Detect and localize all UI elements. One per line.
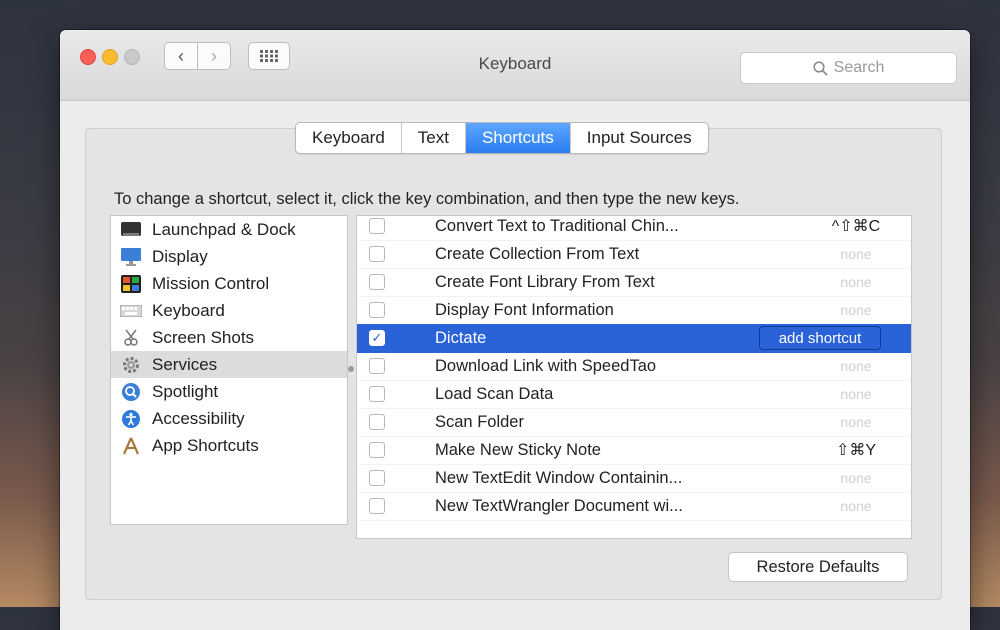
shortcut-keys[interactable]: none [801,274,911,290]
sidebar-item-label: Services [152,354,218,374]
enable-checkbox[interactable] [369,246,385,262]
service-row[interactable]: Display Font Information none [357,296,911,325]
enable-checkbox[interactable] [369,386,385,402]
shortcut-keys[interactable]: none [801,246,911,262]
sidebar-item-label: Mission Control [152,273,270,293]
services-shortcut-list: Convert Text to Traditional Chin... ^⇧⌘C… [356,215,912,539]
sidebar-item-accessibility[interactable]: Accessibility [111,405,347,432]
sidebar-item-label: Screen Shots [152,327,255,347]
service-label: Load Scan Data [435,384,554,403]
shortcut-keys[interactable]: ⇧⌘Y [801,440,911,460]
keyboard-icon [120,300,142,322]
service-label: Create Collection From Text [435,244,640,263]
tab-shortcuts[interactable]: Shortcuts [465,123,571,153]
sidebar-item-screen-shots[interactable]: Screen Shots [111,324,347,351]
service-label: Download Link with SpeedTao [435,356,657,375]
add-shortcut-button[interactable]: add shortcut [759,326,881,350]
keyboard-preferences-window: ‹ › Keyboard Search Keyboard Text Shortc… [60,30,970,630]
service-label: Convert Text to Traditional Chin... [435,216,679,235]
sidebar-item-label: Accessibility [152,408,245,428]
enable-checkbox[interactable]: ✓ [369,330,385,346]
service-row[interactable]: Convert Text to Traditional Chin... ^⇧⌘C [357,216,911,241]
shortcut-keys[interactable]: none [801,470,911,486]
service-label: Scan Folder [435,412,524,431]
app-shortcuts-icon [120,435,142,457]
spotlight-icon [120,381,142,403]
sidebar-item-mission-control[interactable]: Mission Control [111,270,347,297]
shortcut-keys[interactable]: none [801,414,911,430]
sidebar-item-label: Keyboard [152,300,225,320]
enable-checkbox[interactable] [369,442,385,458]
service-label: Dictate [435,328,487,347]
enable-checkbox[interactable] [369,302,385,318]
sidebar-item-spotlight[interactable]: Spotlight [111,378,347,405]
sidebar-item-keyboard[interactable]: Keyboard [111,297,347,324]
shortcut-keys[interactable]: none [801,498,911,514]
sidebar-item-display[interactable]: Display [111,243,347,270]
enable-checkbox[interactable] [369,470,385,486]
shortcut-keys[interactable]: ^⇧⌘C [801,216,911,236]
title-bar: ‹ › Keyboard Search [60,30,970,101]
tab-bar: Keyboard Text Shortcuts Input Sources [295,122,709,154]
restore-defaults-button[interactable]: Restore Defaults [728,552,908,582]
sidebar-item-label: Spotlight [152,381,219,401]
sidebar-item-services[interactable]: Services [111,351,347,378]
tab-input-sources[interactable]: Input Sources [571,123,708,153]
enable-checkbox[interactable] [369,414,385,430]
enable-checkbox[interactable] [369,358,385,374]
screenshot-icon [120,327,142,349]
search-field[interactable]: Search [740,52,957,84]
enable-checkbox[interactable] [369,274,385,290]
service-row[interactable]: New TextEdit Window Containin... none [357,464,911,493]
service-row[interactable]: New TextWrangler Document wi... none [357,492,911,521]
service-label: Create Font Library From Text [435,272,655,291]
service-label: New TextWrangler Document wi... [435,496,683,515]
accessibility-icon [120,408,142,430]
service-label: Make New Sticky Note [435,440,601,459]
sidebar-item-label: App Shortcuts [152,435,259,455]
mission-control-icon [120,273,142,295]
service-label: Display Font Information [435,300,614,319]
shortcut-category-list: Launchpad & Dock Display Mission Control… [110,215,348,525]
shortcut-keys[interactable]: none [801,386,911,402]
instruction-text: To change a shortcut, select it, click t… [114,190,740,208]
service-row[interactable]: Download Link with SpeedTao none [357,352,911,381]
shortcut-keys[interactable]: none [801,302,911,318]
service-label: New TextEdit Window Containin... [435,468,683,487]
service-row-selected[interactable]: ✓ Dictate add shortcut [357,324,911,353]
search-placeholder: Search [833,59,885,76]
service-row[interactable]: Load Scan Data none [357,380,911,409]
service-row[interactable]: Make New Sticky Note ⇧⌘Y [357,436,911,465]
sidebar-item-launchpad-dock[interactable]: Launchpad & Dock [111,216,347,243]
enable-checkbox[interactable] [369,498,385,514]
enable-checkbox[interactable] [369,218,385,234]
sidebar-item-app-shortcuts[interactable]: App Shortcuts [111,432,347,459]
display-icon [120,246,142,268]
sidebar-item-label: Display [152,246,208,266]
launchpad-dock-icon [120,219,142,241]
search-icon [813,60,828,76]
service-row[interactable]: Scan Folder none [357,408,911,437]
shortcut-keys[interactable]: none [801,358,911,374]
service-row[interactable]: Create Font Library From Text none [357,268,911,297]
tab-keyboard[interactable]: Keyboard [296,123,402,153]
split-view-divider[interactable] [348,366,354,372]
sidebar-item-label: Launchpad & Dock [152,219,296,239]
tab-text[interactable]: Text [402,123,466,153]
gear-icon [120,354,142,376]
service-row[interactable]: Create Collection From Text none [357,240,911,269]
